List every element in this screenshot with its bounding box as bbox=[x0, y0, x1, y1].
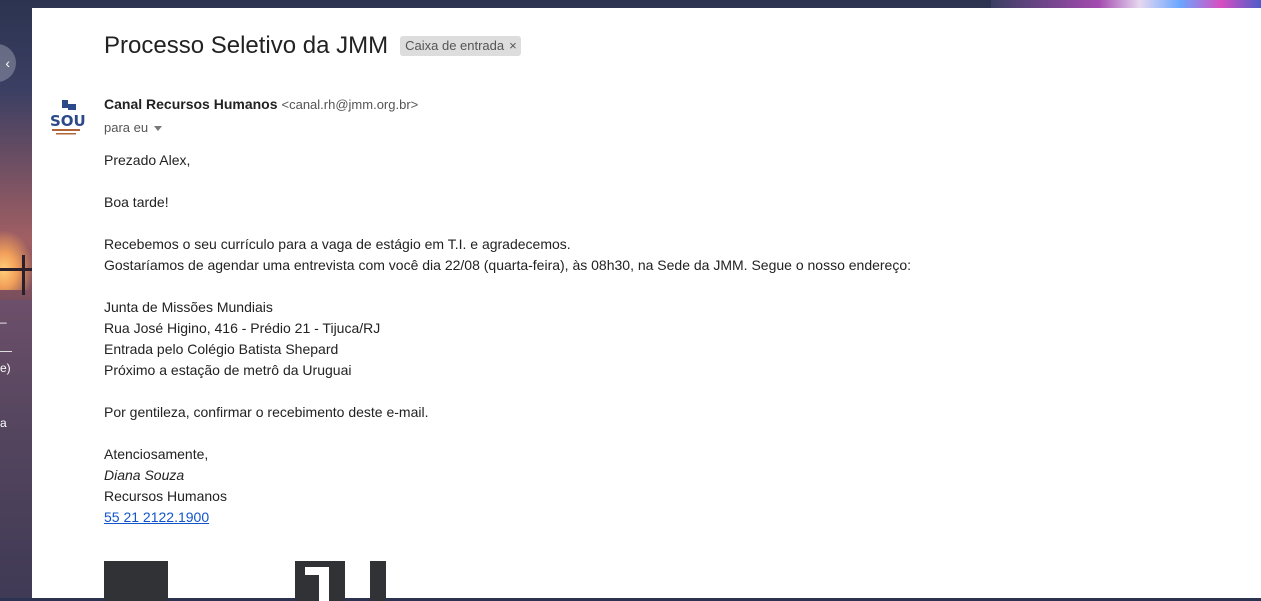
wallpaper-pier bbox=[0, 268, 32, 271]
sender-avatar[interactable]: SOU bbox=[48, 98, 88, 138]
address-line: Próximo a estação de metrô da Uruguai bbox=[104, 362, 352, 378]
background-divider bbox=[0, 351, 12, 352]
sender-email: <canal.rh@jmm.org.br> bbox=[281, 97, 419, 112]
recipient-details-toggle[interactable]: para eu bbox=[104, 120, 163, 135]
sender-row: Canal Recursos Humanos <canal.rh@jmm.org.… bbox=[104, 96, 418, 112]
greeting: Prezado Alex, bbox=[104, 152, 191, 168]
sou-logo-icon: SOU bbox=[50, 100, 86, 135]
background-text-fragment: – bbox=[0, 315, 7, 329]
address-line: Rua José Higino, 416 - Prédio 21 - Tijuc… bbox=[104, 320, 381, 336]
body-line: Gostaríamos de agendar uma entrevista co… bbox=[104, 257, 912, 273]
signature-department: Recursos Humanos bbox=[104, 488, 227, 504]
chevron-down-icon[interactable] bbox=[154, 125, 163, 131]
sender-name[interactable]: Canal Recursos Humanos bbox=[104, 96, 278, 112]
signature-logo-icon bbox=[295, 561, 345, 601]
back-arrow-icon[interactable]: ‹ bbox=[0, 44, 16, 82]
address-line: Junta de Missões Mundiais bbox=[104, 299, 273, 315]
wallpaper-art bbox=[991, 0, 1261, 8]
background-text-fragment: e) bbox=[0, 361, 11, 375]
inbox-label-text: Caixa de entrada bbox=[405, 38, 505, 53]
recipient-label: para eu bbox=[104, 120, 149, 135]
signature-logo-block bbox=[104, 561, 168, 601]
address-line: Entrada pelo Colégio Batista Shepard bbox=[104, 341, 339, 357]
signature-logo-bar bbox=[370, 561, 386, 601]
wallpaper-pier-post bbox=[22, 255, 25, 295]
body-line: Recebemos o seu currículo para a vaga de… bbox=[104, 236, 571, 252]
email-body: Prezado Alex, Boa tarde! Recebemos o seu… bbox=[104, 150, 911, 528]
closing: Atenciosamente, bbox=[104, 446, 209, 462]
background-text-fragment: a bbox=[0, 416, 7, 430]
signature-name: Diana Souza bbox=[104, 467, 185, 483]
signature-phone-link[interactable]: 55 21 2122.1900 bbox=[104, 509, 209, 525]
wallpaper-sun bbox=[0, 230, 32, 290]
subject-row: Processo Seletivo da JMM Caixa de entrad… bbox=[104, 32, 521, 60]
inbox-label-chip[interactable]: Caixa de entrada × bbox=[400, 36, 521, 56]
confirmation-request: Por gentileza, confirmar o recebimento d… bbox=[104, 404, 429, 420]
email-view: Processo Seletivo da JMM Caixa de entrad… bbox=[32, 8, 1261, 601]
salutation: Boa tarde! bbox=[104, 194, 169, 210]
remove-label-icon[interactable]: × bbox=[509, 38, 517, 53]
wallpaper-background: ‹ – e) a bbox=[0, 0, 32, 598]
svg-text:SOU: SOU bbox=[50, 112, 86, 130]
wallpaper-water bbox=[0, 300, 32, 598]
email-subject: Processo Seletivo da JMM bbox=[104, 32, 389, 59]
